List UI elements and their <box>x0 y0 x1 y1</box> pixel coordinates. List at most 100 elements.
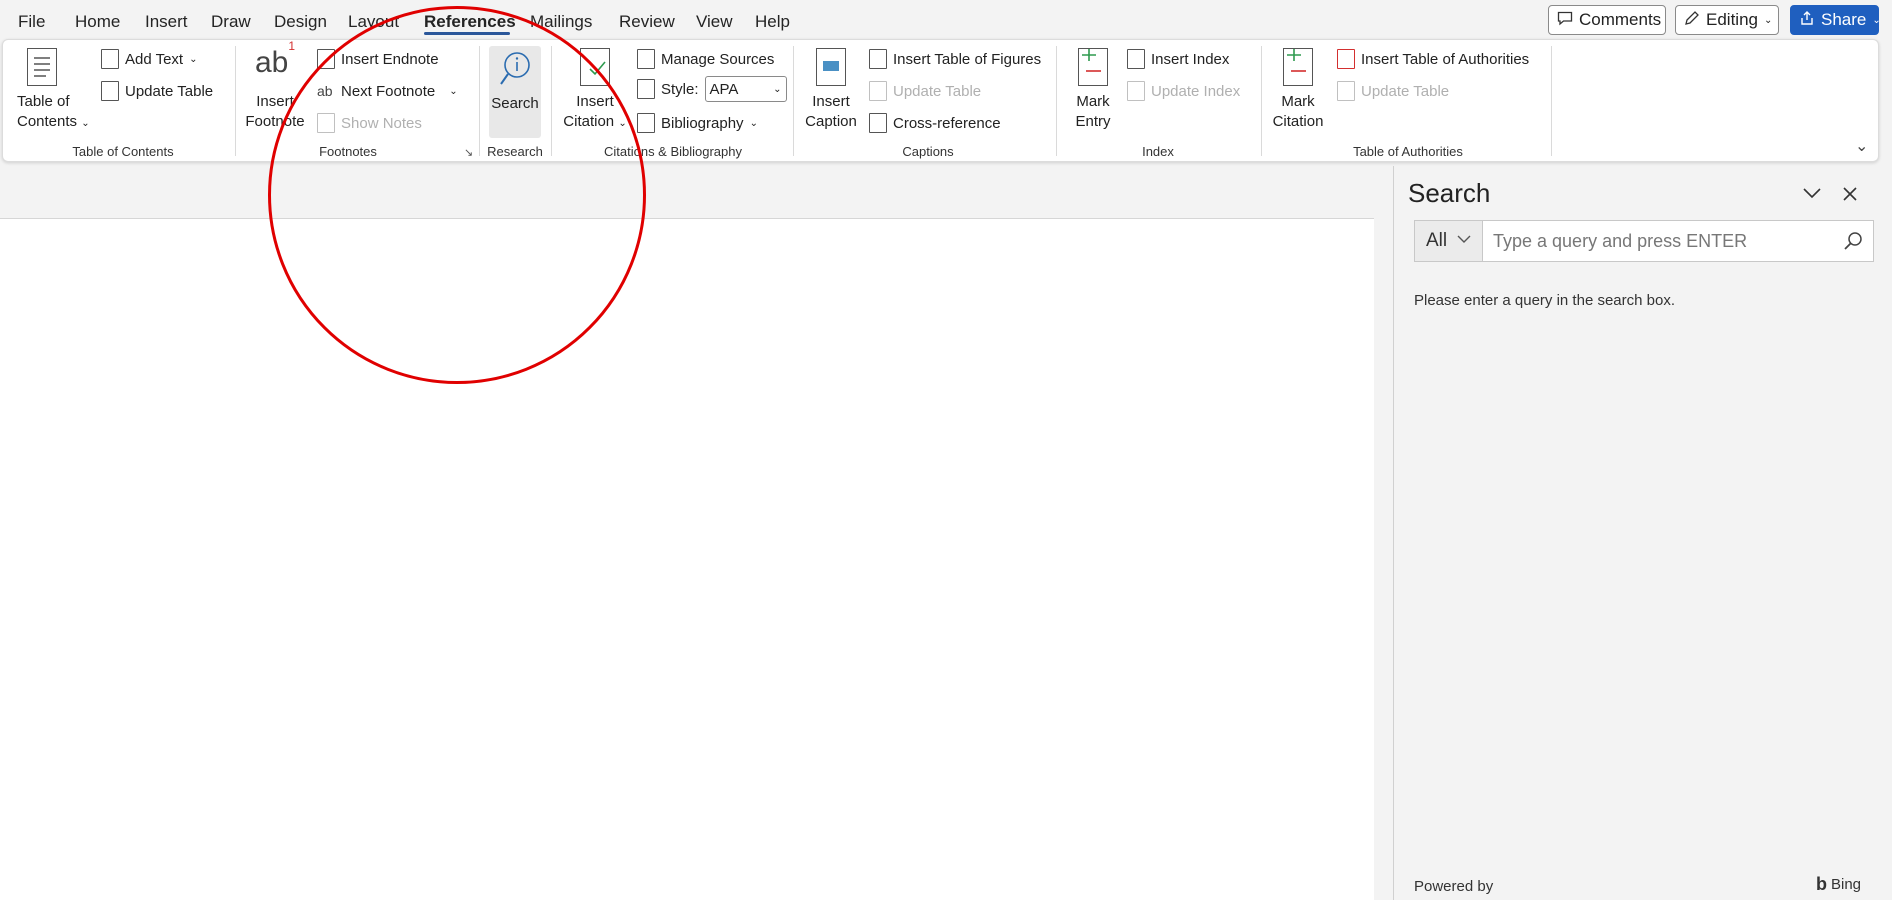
group-label-footnotes: Footnotes <box>319 144 377 159</box>
update-toc-label: Update Table <box>125 82 214 100</box>
editing-mode-button[interactable]: Editing ⌄ <box>1675 5 1779 35</box>
ribbon-separator <box>793 46 794 156</box>
toc-label-line2: Contents <box>17 113 78 130</box>
bing-label: Bing <box>1831 876 1862 893</box>
menu-home[interactable]: Home <box>75 12 120 32</box>
group-label-captions: Captions <box>902 144 954 159</box>
bibliography-label: Bibliography <box>661 114 744 132</box>
add-text-button[interactable]: Add Text ⌄ <box>101 47 198 71</box>
update-table-icon <box>101 81 119 101</box>
mark-entry-button[interactable]: Mark Entry <box>1067 48 1119 132</box>
insert-caption-button[interactable]: Insert Caption <box>801 48 861 132</box>
insert-table-of-figures-button[interactable]: Insert Table of Figures <box>869 47 1041 71</box>
table-of-contents-button[interactable]: Table of Contents ⌄ <box>17 48 90 134</box>
chevron-down-icon: ⌄ <box>1763 14 1773 26</box>
scope-value: All <box>1425 230 1448 251</box>
search-label: Search <box>491 95 539 112</box>
insert-index-label: Insert Index <box>1151 50 1230 68</box>
manage-sources-button[interactable]: Manage Sources <box>637 47 774 71</box>
editing-label: Editing <box>1706 10 1758 29</box>
search-empty-message: Please enter a query in the search box. <box>1414 292 1675 309</box>
search-icon[interactable] <box>1833 221 1873 261</box>
update-table-icon <box>869 81 887 101</box>
mark-entry-line1: Mark <box>1076 93 1110 110</box>
footnote-icon: ab1 <box>254 39 296 79</box>
menu-design[interactable]: Design <box>274 12 327 32</box>
update-figures-table-button[interactable]: Update Table <box>869 79 981 103</box>
bibliography-button[interactable]: Bibliography ⌄ <box>637 111 758 135</box>
insert-citation-button[interactable]: Insert Citation ⌄ <box>559 48 631 134</box>
citation-style-dropdown[interactable]: APA ⌄ <box>704 76 787 102</box>
menu-file[interactable]: File <box>18 12 45 32</box>
ribbon: Table of Contents ⌄ Add Text ⌄ Update Ta… <box>2 39 1879 162</box>
pencil-icon <box>1684 10 1700 31</box>
style-value: APA <box>709 80 739 98</box>
chevron-down-icon: ⌄ <box>1872 14 1881 26</box>
next-footnote-button[interactable]: ab Next Footnote ⌄ <box>317 79 458 103</box>
close-icon[interactable] <box>1842 182 1858 208</box>
search-input[interactable] <box>1483 221 1833 261</box>
ribbon-separator <box>1261 46 1262 156</box>
chevron-down-icon[interactable]: ⌄ <box>449 86 457 97</box>
comment-icon <box>1557 10 1573 31</box>
active-tab-underline <box>424 32 510 35</box>
mark-citation-button[interactable]: Mark Citation <box>1267 48 1329 132</box>
dialog-launcher-icon[interactable]: ↘ <box>464 146 473 159</box>
menu-insert[interactable]: Insert <box>145 12 188 32</box>
search-scope-dropdown[interactable]: All <box>1415 221 1483 261</box>
ribbon-separator <box>1056 46 1057 156</box>
search-info-icon <box>489 50 541 94</box>
insert-index-icon <box>1127 49 1145 69</box>
comments-button[interactable]: Comments <box>1548 5 1666 35</box>
manage-sources-icon <box>637 49 655 69</box>
document-page[interactable] <box>0 218 1374 900</box>
citation-icon <box>580 48 610 86</box>
update-index-button[interactable]: Update Index <box>1127 79 1240 103</box>
insert-caption-line2: Caption <box>805 113 857 130</box>
style-icon <box>637 79 655 99</box>
bing-logo: b Bing <box>1816 874 1861 895</box>
next-footnote-icon: ab <box>317 83 333 99</box>
ribbon-separator <box>1551 46 1552 156</box>
show-notes-button[interactable]: Show Notes <box>317 111 422 135</box>
update-index-icon <box>1127 81 1145 101</box>
share-button[interactable]: Share ⌄ <box>1790 5 1881 35</box>
chevron-down-icon: ⌄ <box>749 117 758 129</box>
insert-footnote-line1: Insert <box>256 93 294 110</box>
chevron-down-icon <box>1457 235 1471 247</box>
insert-toa-label: Insert Table of Authorities <box>1361 50 1530 68</box>
show-notes-label: Show Notes <box>341 114 422 132</box>
mark-citation-line2: Citation <box>1272 113 1324 130</box>
table-of-figures-icon <box>869 49 887 69</box>
insert-table-of-authorities-button[interactable]: Insert Table of Authorities <box>1337 47 1529 71</box>
add-text-label: Add Text <box>125 50 184 68</box>
update-authorities-label: Update Table <box>1361 82 1450 100</box>
update-authorities-table-button[interactable]: Update Table <box>1337 79 1449 103</box>
insert-index-button[interactable]: Insert Index <box>1127 47 1229 71</box>
insert-citation-line2: Citation <box>563 113 615 130</box>
menu-references[interactable]: References <box>424 12 516 32</box>
menu-layout[interactable]: Layout <box>348 12 399 32</box>
menu-draw[interactable]: Draw <box>211 12 251 32</box>
pane-options-chevron-icon[interactable] <box>1802 180 1822 206</box>
menu-review[interactable]: Review <box>619 12 675 32</box>
group-label-authorities: Table of Authorities <box>1353 144 1463 159</box>
search-box: All <box>1414 220 1874 262</box>
update-toc-button[interactable]: Update Table <box>101 79 213 103</box>
menu-help[interactable]: Help <box>755 12 790 32</box>
chevron-down-icon: ⌄ <box>773 83 782 95</box>
ribbon-separator <box>235 46 236 156</box>
update-index-label: Update Index <box>1151 82 1241 100</box>
insert-endnote-button[interactable]: Insert Endnote <box>317 47 439 71</box>
ribbon-collapse-chevron-icon[interactable]: ⌄ <box>1855 136 1868 156</box>
group-label-index: Index <box>1142 144 1174 159</box>
menu-view[interactable]: View <box>696 12 733 32</box>
insert-caption-line1: Insert <box>812 93 850 110</box>
table-of-contents-icon <box>27 48 57 86</box>
insert-footnote-button[interactable]: ab1 Insert Footnote <box>245 39 305 132</box>
search-research-button[interactable]: Search <box>489 46 541 138</box>
show-notes-icon <box>317 113 335 133</box>
cross-reference-button[interactable]: Cross-reference <box>869 111 1001 135</box>
mark-entry-line2: Entry <box>1075 113 1111 130</box>
menu-mailings[interactable]: Mailings <box>530 12 592 32</box>
